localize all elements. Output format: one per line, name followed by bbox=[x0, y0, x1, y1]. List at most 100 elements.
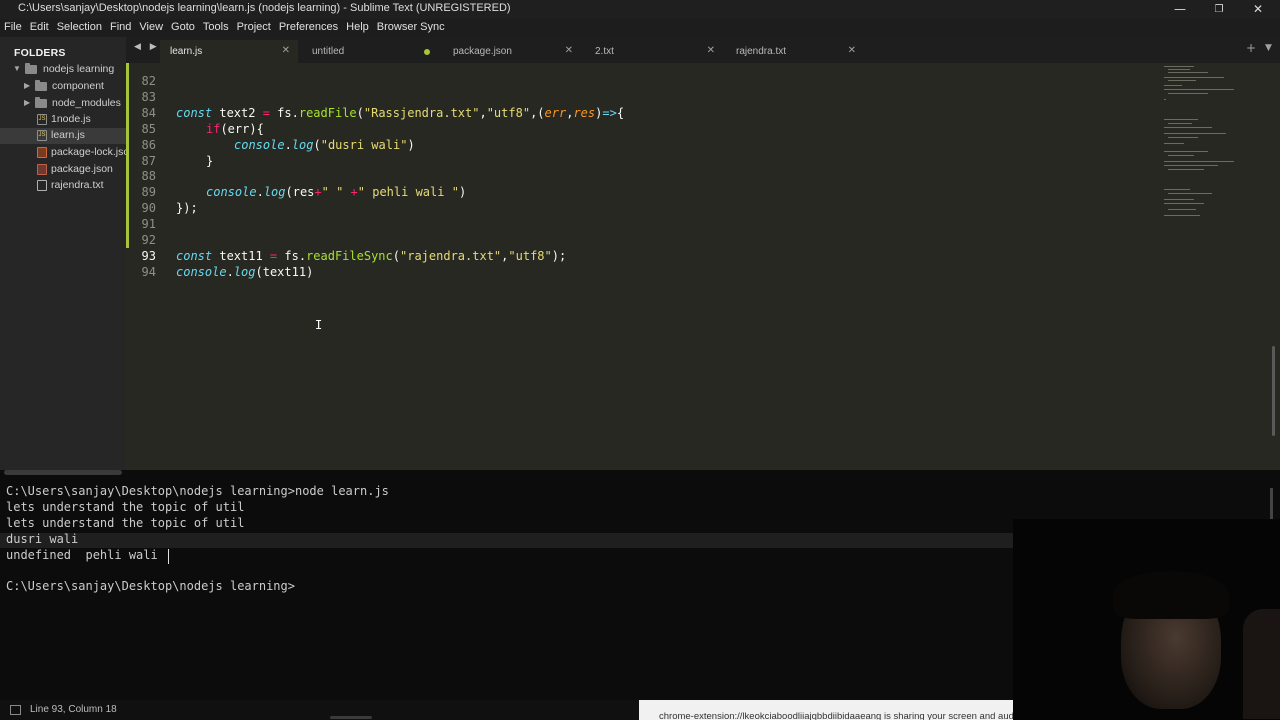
chevron-right-icon[interactable]: ▶ bbox=[24, 98, 30, 107]
terminal-line: undefined pehli wali bbox=[6, 548, 165, 562]
close-icon[interactable]: ✕ bbox=[707, 45, 715, 56]
sidebar-item-label: package.json bbox=[51, 163, 113, 175]
sidebar-item-label: learn.js bbox=[51, 129, 85, 141]
terminal-line: dusri wali bbox=[6, 532, 79, 546]
minimize-button[interactable]: — bbox=[1160, 0, 1200, 19]
tab-label: 2.txt bbox=[595, 46, 614, 57]
sidebar: FOLDERS ▼ nodejs learning ▶ component ▶ … bbox=[0, 37, 126, 470]
minimap[interactable] bbox=[1160, 63, 1280, 233]
menu-edit[interactable]: Edit bbox=[30, 19, 49, 37]
terminal-line: C:\Users\sanjay\Desktop\nodejs learning>… bbox=[6, 484, 389, 498]
code-line-93: 93 console.log(text11) bbox=[126, 232, 1280, 279]
tab-rajendra-txt[interactable]: rajendra.txt ✕ bbox=[726, 40, 864, 63]
tab-learn-js[interactable]: learn.js ✕ bbox=[160, 40, 298, 63]
sidebar-item-learn-js[interactable]: JS learn.js bbox=[0, 128, 126, 144]
folders-header: FOLDERS bbox=[14, 47, 66, 59]
sidebar-item-nodejs-learning[interactable]: ▼ nodejs learning bbox=[0, 62, 126, 78]
sidebar-item-label: package-lock.json bbox=[51, 146, 126, 158]
terminal-prompt[interactable]: C:\Users\sanjay\Desktop\nodejs learning> bbox=[6, 579, 295, 593]
sidebar-item-package-json[interactable]: package.json bbox=[0, 162, 126, 178]
cursor-position: Line 93, Column 18 bbox=[30, 704, 117, 715]
tab-bar: ◀ ▶ learn.js ✕ untitled package.json ✕ 2… bbox=[126, 37, 1280, 63]
menu-view[interactable]: View bbox=[139, 19, 163, 37]
menu-project[interactable]: Project bbox=[237, 19, 271, 37]
code-line-94: 94 bbox=[126, 248, 1280, 279]
code-line-90: 90 bbox=[126, 184, 1280, 215]
editor-scrollbar[interactable] bbox=[1272, 346, 1275, 436]
menu-goto[interactable]: Goto bbox=[171, 19, 195, 37]
tab-dropdown-icon[interactable]: ▼ bbox=[1265, 43, 1272, 53]
code-line-83: 83 const text2 = fs.readFile("Rassjendra… bbox=[126, 73, 1280, 120]
close-icon[interactable]: ✕ bbox=[565, 45, 573, 56]
folder-open-icon bbox=[25, 63, 37, 74]
close-button[interactable]: ✕ bbox=[1238, 0, 1278, 19]
tab-nav-arrows-icon[interactable]: ◀ ▶ bbox=[134, 42, 160, 52]
tab-label: untitled bbox=[312, 46, 345, 57]
tab-label: package.json bbox=[453, 46, 512, 57]
menu-preferences[interactable]: Preferences bbox=[279, 19, 338, 37]
window-title: C:\Users\sanjay\Desktop\nodejs learning\… bbox=[18, 2, 511, 14]
menu-tools[interactable]: Tools bbox=[203, 19, 229, 37]
code-line-85: 85 console.log("dusri wali") bbox=[126, 105, 1280, 152]
tab-untitled[interactable]: untitled bbox=[302, 40, 440, 63]
title-bar: C:\Users\sanjay\Desktop\nodejs learning\… bbox=[0, 0, 1280, 19]
close-icon[interactable]: ✕ bbox=[848, 45, 856, 56]
close-icon[interactable]: ✕ bbox=[282, 45, 290, 56]
sidebar-item-label: nodejs learning bbox=[43, 63, 115, 75]
sidebar-item-1node-js[interactable]: JS 1node.js bbox=[0, 112, 126, 128]
code-line-92: 92 const text11 = fs.readFileSync("rajen… bbox=[126, 216, 1280, 263]
screen-share-text: chrome-extension://lkeokciaboodliiajqbbd… bbox=[659, 711, 1013, 720]
text-caret bbox=[168, 549, 169, 564]
sidebar-item-node-modules[interactable]: ▶ node_modules bbox=[0, 96, 126, 112]
menu-find[interactable]: Find bbox=[110, 19, 131, 37]
status-bar: Line 93, Column 18 bbox=[0, 700, 639, 720]
js-file-icon: JS bbox=[37, 114, 47, 125]
horizontal-scrollbar[interactable] bbox=[4, 470, 122, 475]
unsaved-dot-icon bbox=[424, 49, 430, 55]
tab-package-json[interactable]: package.json ✕ bbox=[443, 40, 581, 63]
code-line-86: 86 } bbox=[126, 121, 1280, 168]
chevron-down-icon[interactable]: ▼ bbox=[13, 64, 21, 73]
menu-file[interactable]: File bbox=[4, 19, 22, 37]
tab-2-txt[interactable]: 2.txt ✕ bbox=[585, 40, 723, 63]
chevron-right-icon[interactable]: ▶ bbox=[24, 81, 30, 90]
menu-selection[interactable]: Selection bbox=[57, 19, 102, 37]
sidebar-item-component[interactable]: ▶ component bbox=[0, 79, 126, 95]
selection-highlight bbox=[0, 533, 1013, 548]
code-line-91: 91 bbox=[126, 200, 1280, 231]
folder-icon bbox=[35, 80, 47, 91]
tab-label: rajendra.txt bbox=[736, 46, 787, 57]
js-file-icon: JS bbox=[37, 130, 47, 141]
code-line-87: 87 bbox=[126, 137, 1280, 168]
folder-icon bbox=[35, 97, 47, 108]
maximize-button[interactable]: ❐ bbox=[1199, 0, 1239, 19]
terminal-line: lets understand the topic of util bbox=[6, 516, 245, 530]
screen-share-banner: chrome-extension://lkeokciaboodliiajqbbd… bbox=[639, 700, 1013, 720]
menu-browser-sync[interactable]: Browser Sync bbox=[377, 19, 445, 37]
panel-toggle-icon[interactable] bbox=[10, 705, 21, 715]
status-scrollbar[interactable] bbox=[330, 716, 372, 719]
menu-help[interactable]: Help bbox=[346, 19, 369, 37]
code-text: console.log(text11) bbox=[176, 265, 314, 279]
tab-label: learn.js bbox=[170, 46, 203, 57]
code-line: 82 bbox=[126, 63, 1280, 88]
new-tab-plus-icon[interactable]: + bbox=[1246, 41, 1256, 55]
sidebar-item-label: component bbox=[52, 80, 104, 92]
mouse-ibeam-cursor-icon: I bbox=[315, 318, 323, 332]
code-line-84: 84 if(err){ bbox=[126, 89, 1280, 136]
json-file-icon bbox=[37, 164, 47, 175]
sidebar-item-label: rajendra.txt bbox=[51, 179, 104, 191]
webcam-background bbox=[1243, 609, 1280, 719]
text-file-icon bbox=[37, 180, 47, 191]
json-file-icon bbox=[37, 147, 47, 158]
line-number: 94 bbox=[141, 265, 156, 279]
code-line-88: 88 console.log(res+" " +" pehli wali ") bbox=[126, 152, 1280, 199]
sidebar-item-rajendra-txt[interactable]: rajendra.txt bbox=[0, 178, 126, 194]
code-line-89: 89 }); bbox=[126, 168, 1280, 215]
sidebar-item-package-lock-json[interactable]: package-lock.json bbox=[0, 145, 126, 161]
webcam-overlay bbox=[1013, 519, 1280, 720]
sidebar-item-label: 1node.js bbox=[51, 113, 91, 125]
webcam-person-hair bbox=[1113, 571, 1229, 619]
sidebar-item-label: node_modules bbox=[52, 97, 121, 109]
code-editor[interactable]: 82 83 const text2 = fs.readFile("Rassjen… bbox=[126, 63, 1280, 470]
